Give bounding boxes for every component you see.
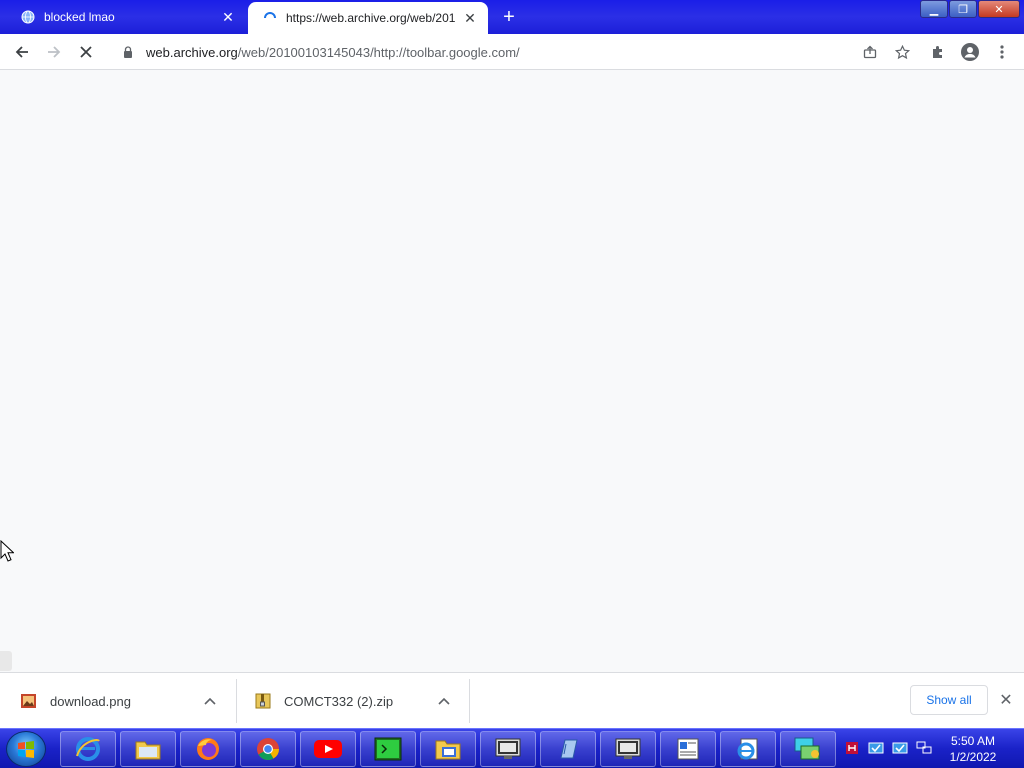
menu-kebab-icon[interactable] bbox=[986, 40, 1018, 64]
new-tab-button[interactable]: + bbox=[497, 5, 521, 29]
close-tab-icon[interactable]: ✕ bbox=[460, 8, 480, 28]
forward-arrow-icon[interactable] bbox=[42, 40, 66, 64]
globe-icon bbox=[20, 9, 36, 25]
notepad-app-icon[interactable] bbox=[540, 731, 596, 767]
page-viewport[interactable] bbox=[0, 71, 1024, 672]
divider bbox=[469, 679, 470, 723]
loading-spinner-icon bbox=[262, 10, 278, 26]
stop-loading-icon[interactable] bbox=[74, 40, 98, 64]
monitor-app-icon[interactable] bbox=[480, 731, 536, 767]
youtube-icon[interactable] bbox=[300, 731, 356, 767]
back-arrow-icon[interactable] bbox=[10, 40, 34, 64]
internet-explorer-icon[interactable] bbox=[60, 731, 116, 767]
chrome-icon[interactable] bbox=[240, 731, 296, 767]
scrollbar-handle[interactable] bbox=[0, 651, 12, 671]
download-shelf: download.png COMCT332 (2).zip Show all ✕ bbox=[0, 672, 1024, 728]
start-button[interactable] bbox=[6, 731, 46, 767]
network-app-icon[interactable] bbox=[780, 731, 836, 767]
clock-time: 5:50 AM bbox=[950, 734, 996, 748]
close-icon[interactable]: ✕ bbox=[978, 0, 1020, 18]
lock-icon[interactable] bbox=[120, 46, 136, 58]
share-icon[interactable] bbox=[854, 42, 886, 62]
download-item[interactable]: download.png bbox=[0, 679, 234, 723]
close-icon[interactable]: ✕ bbox=[996, 689, 1016, 711]
security-check-icon[interactable] bbox=[864, 737, 888, 759]
restore-icon[interactable]: ❐ bbox=[949, 0, 977, 18]
screen-app-icon[interactable] bbox=[600, 731, 656, 767]
download-item[interactable]: COMCT332 (2).zip bbox=[234, 679, 468, 723]
url-host: web.archive.org bbox=[146, 44, 238, 60]
window-controls: ▁ ❐ ✕ bbox=[919, 0, 1020, 18]
bookmark-star-icon[interactable] bbox=[886, 42, 918, 62]
download-name: download.png bbox=[50, 693, 131, 709]
file-explorer-icon[interactable] bbox=[120, 731, 176, 767]
terminal-icon[interactable] bbox=[360, 731, 416, 767]
profile-avatar-icon[interactable] bbox=[954, 40, 986, 64]
os-taskbar: 5:50 AM 1/2/2022 bbox=[0, 728, 1024, 768]
text-app-icon[interactable] bbox=[660, 731, 716, 767]
url-path: /web/20100103145043/http://toolbar.googl… bbox=[237, 44, 520, 60]
zip-file-icon bbox=[254, 692, 272, 710]
browser-toolbar: web.archive.org/web/20100103145043/http:… bbox=[0, 34, 1024, 70]
address-bar[interactable]: web.archive.org/web/20100103145043/http:… bbox=[108, 38, 918, 66]
clock-date: 1/2/2022 bbox=[949, 750, 997, 764]
minimize-icon[interactable]: ▁ bbox=[920, 0, 948, 18]
network-icon[interactable] bbox=[912, 737, 936, 759]
system-tray bbox=[840, 737, 936, 759]
tab-archive[interactable]: https://web.archive.org/web/201 ✕ bbox=[248, 2, 488, 34]
folder-window-icon[interactable] bbox=[420, 731, 476, 767]
tab-title: blocked lmao bbox=[44, 10, 115, 24]
chevron-up-icon[interactable] bbox=[200, 694, 220, 708]
image-file-icon bbox=[20, 692, 38, 710]
keyboard-layout-icon[interactable] bbox=[840, 737, 864, 759]
tab-title: https://web.archive.org/web/201 bbox=[286, 11, 456, 25]
tab-blocked[interactable]: blocked lmao ✕ bbox=[6, 0, 246, 34]
mouse-cursor-icon bbox=[0, 539, 15, 567]
ie-document-icon[interactable] bbox=[720, 731, 776, 767]
close-tab-icon[interactable]: ✕ bbox=[218, 7, 238, 27]
download-name: COMCT332 (2).zip bbox=[284, 693, 394, 709]
update-check-icon[interactable] bbox=[888, 737, 912, 759]
windows-logo-icon bbox=[18, 741, 34, 758]
firefox-icon[interactable] bbox=[180, 731, 236, 767]
browser-titlebar: blocked lmao ✕ https://web.archive.org/w… bbox=[0, 0, 1024, 34]
system-clock[interactable]: 5:50 AM 1/2/2022 bbox=[940, 733, 1006, 765]
extensions-puzzle-icon[interactable] bbox=[922, 40, 954, 64]
chevron-up-icon[interactable] bbox=[434, 694, 454, 708]
show-all-button[interactable]: Show all bbox=[910, 685, 988, 715]
